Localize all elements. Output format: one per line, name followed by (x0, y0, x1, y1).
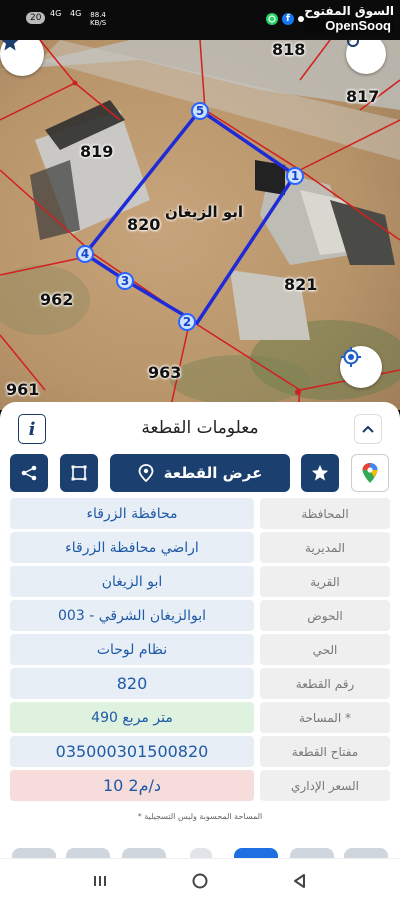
vertex-marker-1: 1 (286, 167, 304, 185)
draw-shape-button[interactable] (60, 454, 98, 492)
detail-value: 035000301500820 (10, 736, 254, 767)
detail-row-directorate: اراضي محافظة الزرقاء المديرية (10, 532, 390, 563)
detail-row-admin-price: 10 د/م2 السعر الإداري (10, 770, 390, 801)
detail-label: مفتاح القطعة (260, 736, 390, 767)
vertex-marker-4: 4 (76, 245, 94, 263)
detail-row-neighborhood: نظام لوحات الحي (10, 634, 390, 665)
whatsapp-icon (266, 13, 278, 25)
google-maps-icon (362, 463, 378, 483)
detail-row-governorate: محافظة الزرقاء المحافظة (10, 498, 390, 529)
plot-number-817: 817 (346, 87, 380, 106)
show-plot-button[interactable]: عرض القطعة (110, 454, 290, 492)
detail-value: 490 متر مربع (10, 702, 254, 733)
selected-plot-village: ابو الزيغان (165, 203, 244, 221)
opensooq-watermark: السوق المفتوح OpenSooq (304, 4, 394, 33)
selected-plot-number: 820 (127, 215, 161, 234)
detail-label: المديرية (260, 532, 390, 563)
detail-row-village: ابو الزيغان القرية (10, 566, 390, 597)
star-icon (311, 464, 329, 481)
brand-english: OpenSooq (304, 18, 394, 33)
satellite-map[interactable]: 818 817 819 821 962 963 961 820 ابو الزي… (0, 40, 400, 410)
network-speed: 88.4 KB/S (90, 11, 106, 27)
network-speed-value: 88.4 (90, 11, 106, 19)
detail-value: ابوالزيغان الشرقي - 003 (10, 600, 254, 631)
recent-apps-button[interactable] (88, 869, 112, 893)
home-icon (192, 873, 208, 889)
detail-row-basin: ابوالزيغان الشرقي - 003 الحوض (10, 600, 390, 631)
area-footnote: * المساحة المحسوبة وليس التسجيلية (137, 812, 263, 821)
detail-value: ابو الزيغان (10, 566, 254, 597)
detail-value: محافظة الزرقاء (10, 498, 254, 529)
detail-value: نظام لوحات (10, 634, 254, 665)
google-maps-button[interactable] (351, 454, 389, 492)
chevron-up-icon (362, 425, 374, 433)
detail-label: رقم القطعة (260, 668, 390, 699)
location-pin-icon (138, 464, 154, 482)
network-indicator-a: 4G (50, 9, 62, 18)
detail-value: 820 (10, 668, 254, 699)
plot-number-821: 821 (284, 275, 318, 294)
crosshair-icon (341, 347, 361, 367)
network-speed-unit: KB/S (90, 19, 107, 27)
plot-number-819: 819 (80, 142, 114, 161)
notification-dot-icon (298, 16, 304, 22)
polygon-shape-icon (71, 465, 87, 481)
notification-count-pill: 20 (26, 12, 46, 24)
panel-actions: عرض القطعة (0, 454, 400, 492)
home-button[interactable] (188, 869, 212, 893)
plot-number-961: 961 (6, 380, 40, 399)
facebook-icon: f (282, 13, 294, 25)
back-icon (294, 874, 305, 888)
detail-label: القرية (260, 566, 390, 597)
system-navigation-bar (0, 858, 400, 902)
collapse-panel-button[interactable] (354, 414, 382, 444)
vertex-marker-5: 5 (191, 102, 209, 120)
vertex-marker-2: 2 (178, 313, 196, 331)
detail-row-area: 490 متر مربع المساحة * (10, 702, 390, 733)
detail-label: الحي (260, 634, 390, 665)
detail-row-plot-key: 035000301500820 مفتاح القطعة (10, 736, 390, 767)
detail-row-plot-number: 820 رقم القطعة (10, 668, 390, 699)
my-location-button[interactable] (340, 346, 382, 388)
show-plot-label: عرض القطعة (163, 464, 263, 482)
plot-info-panel: i معلومات القطعة عرض القطعة محافظة الزرق… (0, 402, 400, 857)
plot-number-962: 962 (40, 290, 74, 309)
panel-title: معلومات القطعة (141, 418, 259, 438)
detail-value: اراضي محافظة الزرقاء (10, 532, 254, 563)
bottom-tab-strip (0, 846, 400, 860)
status-bar: 20 4G 4G 88.4 KB/S f السوق المفتوح OpenS… (0, 0, 400, 40)
back-button[interactable] (288, 869, 312, 893)
share-icon (21, 465, 37, 481)
plot-details-table: محافظة الزرقاء المحافظة اراضي محافظة الز… (10, 498, 390, 804)
plot-number-963: 963 (148, 363, 182, 382)
network-indicator-b: 4G (70, 9, 82, 18)
favorite-button[interactable] (301, 454, 339, 492)
detail-value: 10 د/م2 (10, 770, 254, 801)
share-button[interactable] (10, 454, 48, 492)
recents-icon (94, 876, 106, 886)
detail-label: الحوض (260, 600, 390, 631)
detail-label: المساحة * (260, 702, 390, 733)
detail-label: المحافظة (260, 498, 390, 529)
plot-number-818: 818 (272, 40, 306, 59)
vertex-marker-3: 3 (116, 272, 134, 290)
detail-label: السعر الإداري (260, 770, 390, 801)
brand-arabic: السوق المفتوح (304, 4, 394, 18)
